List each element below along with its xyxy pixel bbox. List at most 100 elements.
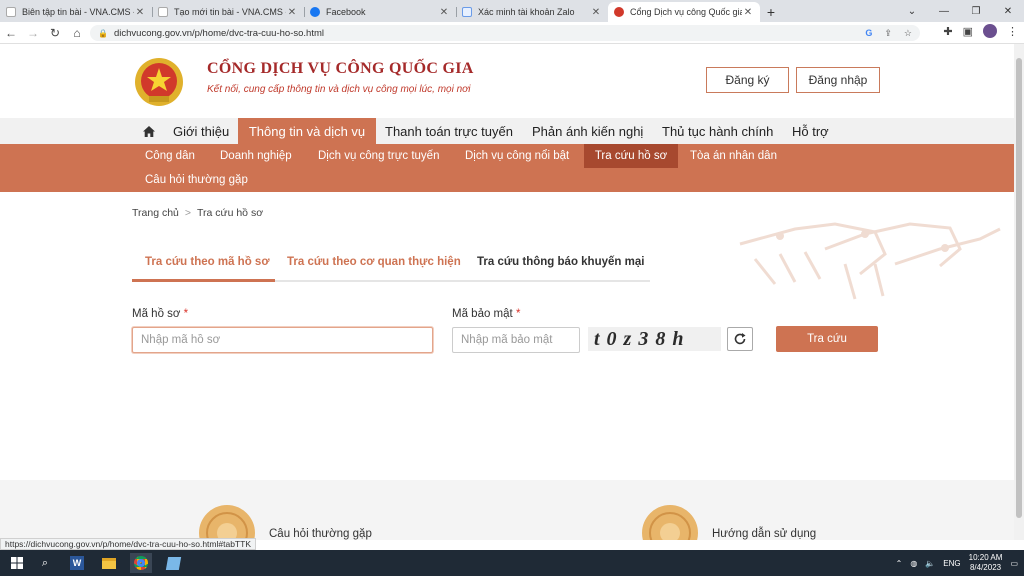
subnav-cau-hoi[interactable]: Câu hỏi thường gặp xyxy=(145,168,248,192)
page-scrollbar[interactable] xyxy=(1014,44,1024,540)
nav-phan-anh[interactable]: Phản ánh kiến nghị xyxy=(532,118,643,144)
tray-chevron-icon[interactable]: ⌃ xyxy=(896,559,903,568)
national-emblem-icon xyxy=(135,58,183,106)
browser-tab-dichvucong[interactable]: Cổng Dịch vụ công Quốc gia ✕ xyxy=(608,2,760,22)
close-icon[interactable]: ✕ xyxy=(438,7,450,18)
extensions-icon[interactable]: ✚ xyxy=(943,25,952,38)
breadcrumb-home[interactable]: Trang chủ xyxy=(132,207,179,219)
register-button[interactable]: Đăng ký xyxy=(706,67,789,93)
subnav-dvc-noi-bat[interactable]: Dịch vụ công nổi bật xyxy=(465,144,569,168)
chrome-icon[interactable] xyxy=(130,553,152,573)
forward-icon[interactable]: → xyxy=(22,22,44,44)
required-mark: * xyxy=(183,308,189,320)
restore-icon[interactable]: ❐ xyxy=(960,0,992,22)
breadcrumb: Trang chủ > Tra cứu hồ sơ xyxy=(132,207,263,219)
active-tab-indicator xyxy=(132,279,275,282)
nav-thong-tin-dich-vu[interactable]: Thông tin và dịch vụ xyxy=(238,118,376,144)
search-icon[interactable]: ⌕ xyxy=(34,553,56,573)
minimize-icon[interactable]: — xyxy=(928,0,960,22)
site-title: CỔNG DỊCH VỤ CÔNG QUỐC GIA xyxy=(207,60,474,77)
scrollbar-thumb[interactable] xyxy=(1016,58,1022,518)
nav-gioi-thieu[interactable]: Giới thiệu xyxy=(173,118,229,144)
record-code-input[interactable] xyxy=(132,327,433,353)
main-nav: Giới thiệu Thông tin và dịch vụ Thanh to… xyxy=(0,118,1014,144)
close-window-icon[interactable]: ✕ xyxy=(992,0,1024,22)
windows-start-icon[interactable] xyxy=(6,553,28,573)
nav-thanh-toan[interactable]: Thanh toán trực tuyến xyxy=(385,118,513,144)
bookmark-star-icon[interactable]: ☆ xyxy=(904,28,912,39)
tab-search-icon[interactable]: ⌄ xyxy=(896,0,928,22)
tab-tra-cuu-co-quan[interactable]: Tra cứu theo cơ quan thực hiện xyxy=(287,256,461,268)
profile-avatar[interactable] xyxy=(983,24,997,38)
captcha-refresh-button[interactable] xyxy=(727,327,753,351)
close-icon[interactable]: ✕ xyxy=(134,7,146,18)
required-mark: * xyxy=(515,308,521,320)
bronze-drum-icon xyxy=(199,505,255,540)
bronze-drum-icon xyxy=(642,505,698,540)
subnav-dvc-truc-tuyen[interactable]: Dịch vụ công trực tuyến xyxy=(318,144,439,168)
clock-time: 10:20 AM xyxy=(968,553,1003,562)
search-tabs: Tra cứu theo mã hồ sơ Tra cứu theo cơ qu… xyxy=(132,250,650,282)
word-icon[interactable]: W xyxy=(66,553,88,573)
menu-icon[interactable]: ⋮ xyxy=(1007,25,1018,38)
login-button[interactable]: Đăng nhập xyxy=(796,67,880,93)
google-icon[interactable]: G xyxy=(865,28,872,39)
browser-tab-title: Tạo mới tin bài - VNA.CMS - BNI xyxy=(174,7,286,17)
nav-thu-tuc[interactable]: Thủ tục hành chính xyxy=(662,118,773,144)
back-icon[interactable]: ← xyxy=(0,22,22,44)
side-panel-icon[interactable]: ▣ xyxy=(963,25,973,38)
security-code-label-text: Mã bảo mật xyxy=(452,308,513,320)
clock-date: 8/4/2023 xyxy=(969,563,1002,572)
faq-link[interactable]: Câu hỏi thường gặp xyxy=(269,528,372,540)
browser-tab-facebook[interactable]: Facebook ✕ xyxy=(304,2,456,22)
security-code-label: Mã bảo mật * xyxy=(452,308,520,320)
browser-tab-title: Xác minh tài khoản Zalo xyxy=(478,7,575,17)
home-nav-icon[interactable] xyxy=(140,118,158,144)
close-icon[interactable]: ✕ xyxy=(286,7,298,18)
facebook-icon xyxy=(310,7,320,17)
record-code-label: Mã hồ sơ * xyxy=(132,308,188,320)
breadcrumb-separator-icon: > xyxy=(184,207,192,219)
subnav-tra-cuu-ho-so[interactable]: Tra cứu hồ sơ xyxy=(584,144,678,168)
network-icon[interactable]: ◍ xyxy=(910,559,917,568)
tab-tra-cuu-ma-ho-so[interactable]: Tra cứu theo mã hồ sơ xyxy=(145,256,270,268)
home-icon[interactable]: ⌂ xyxy=(66,22,88,44)
close-icon[interactable]: ✕ xyxy=(742,7,754,18)
file-explorer-icon[interactable] xyxy=(98,553,120,573)
subnav-cong-dan[interactable]: Công dân xyxy=(145,144,195,168)
web-page: CỔNG DỊCH VỤ CÔNG QUỐC GIA Kết nối, cung… xyxy=(0,44,1024,540)
user-guide-link[interactable]: Hướng dẫn sử dụng xyxy=(712,528,816,540)
brand: CỔNG DỊCH VỤ CÔNG QUỐC GIA Kết nối, cung… xyxy=(207,60,474,95)
reload-icon[interactable]: ↻ xyxy=(44,22,66,44)
share-icon[interactable]: ⇪ xyxy=(884,28,892,39)
window-controls: ⌄ — ❐ ✕ xyxy=(896,0,1024,22)
link-status-bar: https://dichvucong.gov.vn/p/home/dvc-tra… xyxy=(0,538,256,550)
windows-taskbar: ⌕ W ⌃ ◍ 🔈 ENG 10:20 AM 8/4/2023 ▭ xyxy=(0,550,1024,576)
system-tray: ⌃ ◍ 🔈 ENG 10:20 AM 8/4/2023 ▭ xyxy=(896,550,1024,576)
captcha-image: t0z38h xyxy=(588,327,721,351)
nav-ho-tro[interactable]: Hỗ trợ xyxy=(792,118,829,144)
app-icon[interactable] xyxy=(162,553,184,573)
notification-icon[interactable]: ▭ xyxy=(1010,559,1018,568)
browser-tab-cms-edit[interactable]: Biên tập tin bài - VNA.CMS - BNI ✕ xyxy=(0,2,152,22)
clock[interactable]: 10:20 AM 8/4/2023 xyxy=(969,553,1003,573)
browser-tab-zalo[interactable]: Xác minh tài khoản Zalo ✕ xyxy=(456,2,608,22)
volume-icon[interactable]: 🔈 xyxy=(925,559,935,568)
close-icon[interactable]: ✕ xyxy=(590,7,602,18)
record-code-label-text: Mã hồ sơ xyxy=(132,308,181,320)
emblem-icon xyxy=(614,7,624,17)
lock-icon: 🔒 xyxy=(98,28,108,38)
language-indicator[interactable]: ENG xyxy=(943,559,960,568)
sub-nav: Công dân Doanh nghiệp Dịch vụ công trực … xyxy=(0,144,1014,192)
security-code-input[interactable] xyxy=(452,327,580,353)
document-icon xyxy=(158,7,168,17)
address-bar[interactable]: 🔒 dichvucong.gov.vn/p/home/dvc-tra-cuu-h… xyxy=(90,25,920,41)
subnav-toa-an[interactable]: Tòa án nhân dân xyxy=(690,144,777,168)
subnav-doanh-nghiep[interactable]: Doanh nghiệp xyxy=(220,144,292,168)
browser-toolbar: ← → ↻ ⌂ 🔒 dichvucong.gov.vn/p/home/dvc-t… xyxy=(0,22,1024,44)
browser-tab-title: Biên tập tin bài - VNA.CMS - BNI xyxy=(22,7,134,17)
tab-tra-cuu-khuyen-mai[interactable]: Tra cứu thông báo khuyến mại xyxy=(477,256,644,268)
browser-tab-cms-new[interactable]: Tạo mới tin bài - VNA.CMS - BNI ✕ xyxy=(152,2,304,22)
new-tab-button[interactable]: + xyxy=(760,2,782,22)
search-button[interactable]: Tra cứu xyxy=(776,326,878,352)
